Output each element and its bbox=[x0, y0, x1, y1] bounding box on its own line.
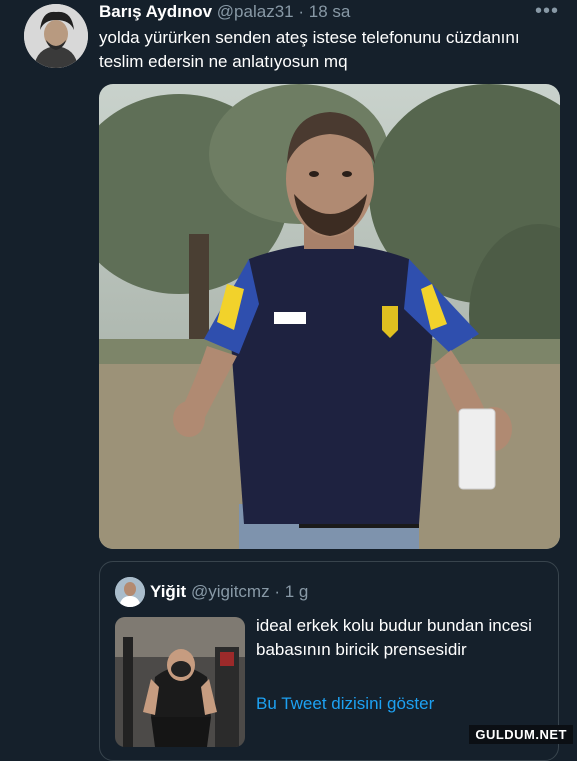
author-handle[interactable]: @palaz31 bbox=[217, 2, 294, 21]
more-icon[interactable]: ••• bbox=[535, 0, 559, 23]
quoted-photo[interactable] bbox=[115, 617, 245, 747]
tweet-time[interactable]: 18 sa bbox=[309, 2, 351, 21]
tweet-text: yolda yürürken senden ateş istese telefo… bbox=[99, 28, 520, 71]
quoted-text: ideal erkek kolu budur bundan incesi bab… bbox=[256, 616, 532, 659]
quoted-author-handle[interactable]: @yigitcmz bbox=[191, 582, 270, 601]
tweet-header: Barış Aydınov @palaz31 · 18 sa bbox=[99, 2, 350, 22]
site-watermark: GULDUM.NET bbox=[469, 725, 573, 744]
author-name[interactable]: Barış Aydınov bbox=[99, 2, 212, 21]
author-avatar[interactable] bbox=[24, 4, 88, 68]
quoted-author-name[interactable]: Yiğit bbox=[150, 582, 186, 601]
show-thread-link[interactable]: Bu Tweet dizisini göster bbox=[256, 694, 434, 714]
quoted-header: Yiğit @yigitcmz · 1 g bbox=[150, 582, 308, 602]
quoted-author-avatar[interactable] bbox=[115, 577, 145, 607]
quoted-time[interactable]: 1 g bbox=[285, 582, 309, 601]
quoted-header-separator: · bbox=[274, 582, 280, 601]
header-separator: · bbox=[298, 2, 305, 21]
tweet-photo[interactable] bbox=[99, 84, 560, 549]
